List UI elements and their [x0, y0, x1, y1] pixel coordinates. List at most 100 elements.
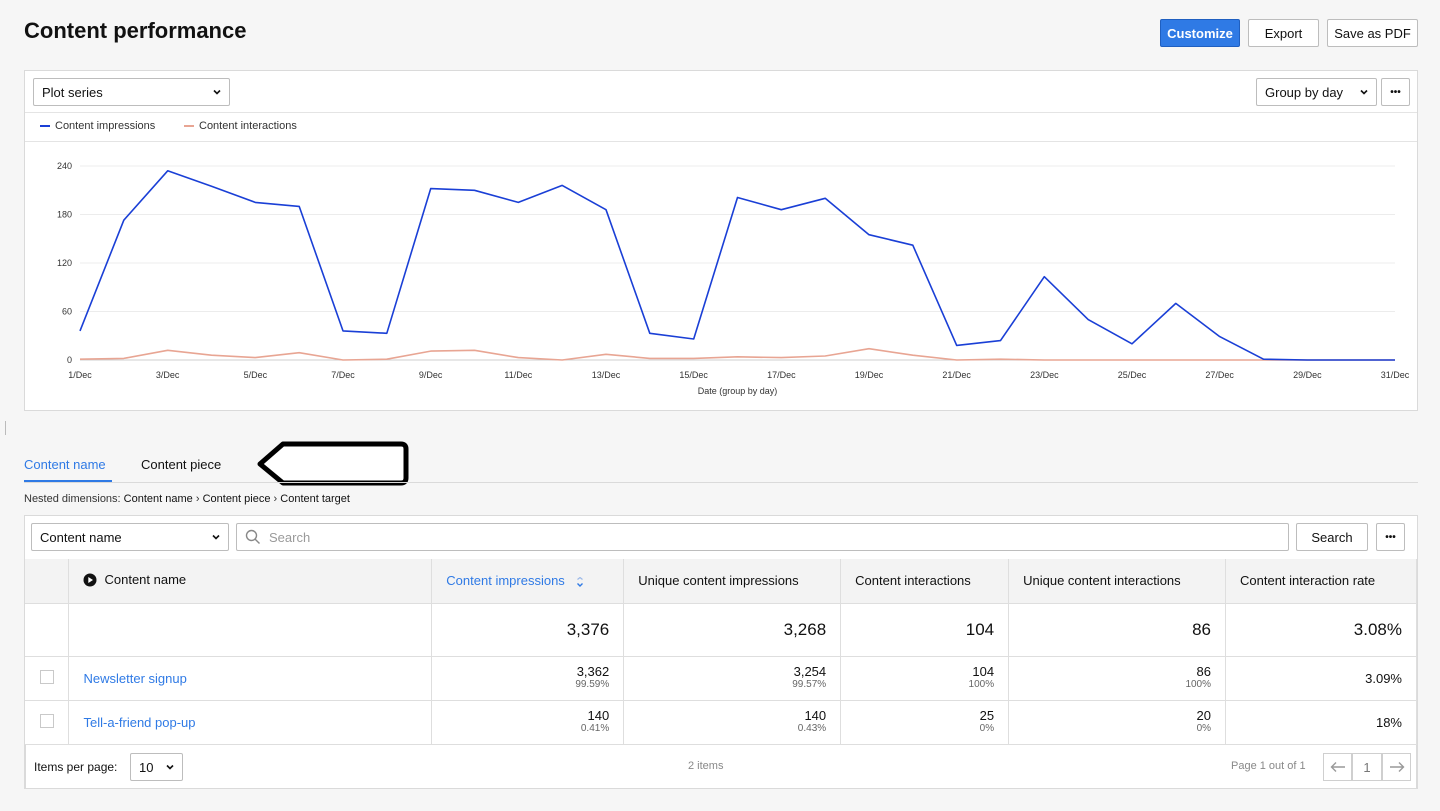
content-name-link[interactable]: Newsletter signup: [83, 671, 186, 686]
row-checkbox[interactable]: [39, 669, 54, 684]
y-tick-label: 60: [62, 307, 72, 317]
content-name-link[interactable]: Tell-a-friend pop-up: [83, 715, 195, 730]
resize-handle[interactable]: [5, 421, 6, 435]
items-per-page-select[interactable]: 10: [130, 753, 183, 781]
y-tick-label: 240: [57, 161, 72, 171]
column-header-label: Content impressions: [446, 573, 565, 589]
column-header-impressions[interactable]: Content impressions: [431, 559, 625, 604]
select-column-header: [25, 559, 70, 604]
legend-item-impressions[interactable]: Content impressions: [40, 120, 155, 132]
column-header-label: Content name: [104, 572, 187, 587]
totals-select-cell: [25, 603, 70, 657]
dimension-select[interactable]: Content name: [31, 523, 229, 551]
column-header-interaction-rate[interactable]: Content interaction rate: [1225, 559, 1417, 604]
play-circle-icon: [83, 573, 97, 586]
legend-label: Content interactions: [199, 120, 297, 132]
total-unique-impressions: 3,268: [623, 603, 842, 657]
impressions-percent: 0.41%: [580, 723, 610, 734]
x-tick-label: 3/Dec: [156, 370, 180, 380]
impressions-value: 140: [587, 708, 610, 723]
table-row: Tell-a-friend pop-up 140 0.41% 140 0.43% 2…: [25, 700, 1417, 745]
legend-item-interactions[interactable]: Content interactions: [184, 120, 297, 132]
impressions-percent: 99.59%: [575, 679, 610, 690]
tabs-divider: [24, 482, 1418, 483]
unique-interactions-value: 20: [1196, 708, 1212, 723]
interactions-percent: 0%: [979, 723, 995, 734]
legend-label: Content impressions: [55, 120, 156, 132]
row-select-cell: [25, 656, 70, 701]
unique-impressions-value: 3,254: [793, 664, 827, 679]
totals-row: 3,376 3,268 104 86 3.08%: [25, 603, 1417, 657]
arrow-right-icon: [1389, 762, 1404, 772]
y-tick-label: 180: [57, 210, 72, 220]
chevron-down-icon: [213, 89, 221, 95]
save-pdf-button[interactable]: Save as PDF: [1327, 19, 1418, 47]
breadcrumb-prefix: Nested dimensions:: [24, 493, 121, 505]
group-by-label: Group by day: [1265, 84, 1344, 100]
total-impressions: 3,376: [431, 603, 625, 657]
tab-content-piece[interactable]: Content piece: [141, 457, 221, 472]
total-interaction-rate: 3.08%: [1225, 603, 1417, 657]
series-line-impressions: [79, 169, 1395, 361]
x-tick-label: 23/Dec: [1030, 370, 1059, 380]
unique-interactions-percent: 100%: [1185, 679, 1212, 690]
legend-swatch: [184, 125, 194, 127]
unique-interactions-value: 86: [1196, 664, 1212, 679]
x-tick-label: 5/Dec: [244, 370, 268, 380]
plot-series-label: Plot series: [42, 84, 103, 100]
items-per-page-label: Items per page:: [34, 760, 118, 774]
unique-impressions-value: 140: [804, 708, 827, 723]
x-tick-label: 21/Dec: [942, 370, 971, 380]
next-page-button[interactable]: [1382, 753, 1411, 781]
item-count: 2 items: [688, 760, 724, 772]
page-title: Content performance: [24, 18, 247, 43]
search-icon: [245, 529, 260, 544]
column-header-unique-impressions[interactable]: Unique content impressions: [623, 559, 842, 604]
tab-content-name[interactable]: Content name: [24, 457, 106, 472]
x-tick-label: 11/Dec: [504, 370, 532, 380]
search-input[interactable]: [267, 525, 1288, 549]
current-page-indicator[interactable]: 1: [1352, 753, 1382, 781]
column-header-content-name[interactable]: Content name: [68, 559, 433, 604]
previous-page-button[interactable]: [1323, 753, 1352, 781]
x-tick-label: 25/Dec: [1118, 370, 1147, 380]
items-per-page-value: 10: [139, 759, 154, 775]
column-header-interactions[interactable]: Content interactions: [840, 559, 1010, 604]
interaction-rate-value: 3.09%: [1225, 656, 1417, 701]
plot-series-select[interactable]: Plot series: [33, 78, 230, 106]
column-header-unique-interactions[interactable]: Unique content interactions: [1008, 559, 1227, 604]
chart-more-button[interactable]: •••: [1381, 78, 1410, 106]
x-tick-label: 27/Dec: [1205, 370, 1234, 380]
row-select-cell: [25, 700, 70, 745]
table-footer: Items per page: 10 2 items Page 1 out of…: [25, 745, 1417, 789]
x-axis-label: Date (group by day): [698, 386, 778, 396]
breadcrumb-item: Content target: [280, 493, 350, 505]
x-tick-label: 15/Dec: [679, 370, 708, 380]
chart-toolbar-divider: [25, 112, 1417, 113]
table-more-button[interactable]: •••: [1376, 523, 1405, 551]
page-info: Page 1 out of 1: [1231, 760, 1306, 772]
interactions-value: 25: [979, 708, 995, 723]
chevron-down-icon: [212, 534, 220, 540]
data-table: Content name Content impressions Unique …: [25, 559, 1417, 745]
interactions-percent: 100%: [968, 679, 995, 690]
y-tick-label: 120: [57, 258, 72, 268]
sort-descending-icon: [577, 576, 584, 587]
interaction-rate-value: 18%: [1225, 700, 1417, 745]
breadcrumb-separator: ›: [273, 493, 278, 505]
total-unique-interactions: 86: [1008, 603, 1227, 657]
x-tick-label: 13/Dec: [592, 370, 621, 380]
breadcrumb-item: Content name: [123, 493, 193, 505]
chevron-down-icon: [166, 764, 174, 770]
series-line-interactions: [79, 347, 1395, 361]
group-by-select[interactable]: Group by day: [1256, 78, 1377, 106]
export-button[interactable]: Export: [1248, 19, 1319, 47]
row-checkbox[interactable]: [39, 713, 54, 728]
customize-button[interactable]: Customize: [1160, 19, 1240, 47]
unique-impressions-percent: 99.57%: [792, 679, 827, 690]
unique-impressions-percent: 0.43%: [797, 723, 827, 734]
active-tab-indicator: [24, 480, 112, 482]
search-button[interactable]: Search: [1296, 523, 1368, 551]
total-interactions: 104: [840, 603, 1010, 657]
search-field[interactable]: [236, 523, 1289, 551]
